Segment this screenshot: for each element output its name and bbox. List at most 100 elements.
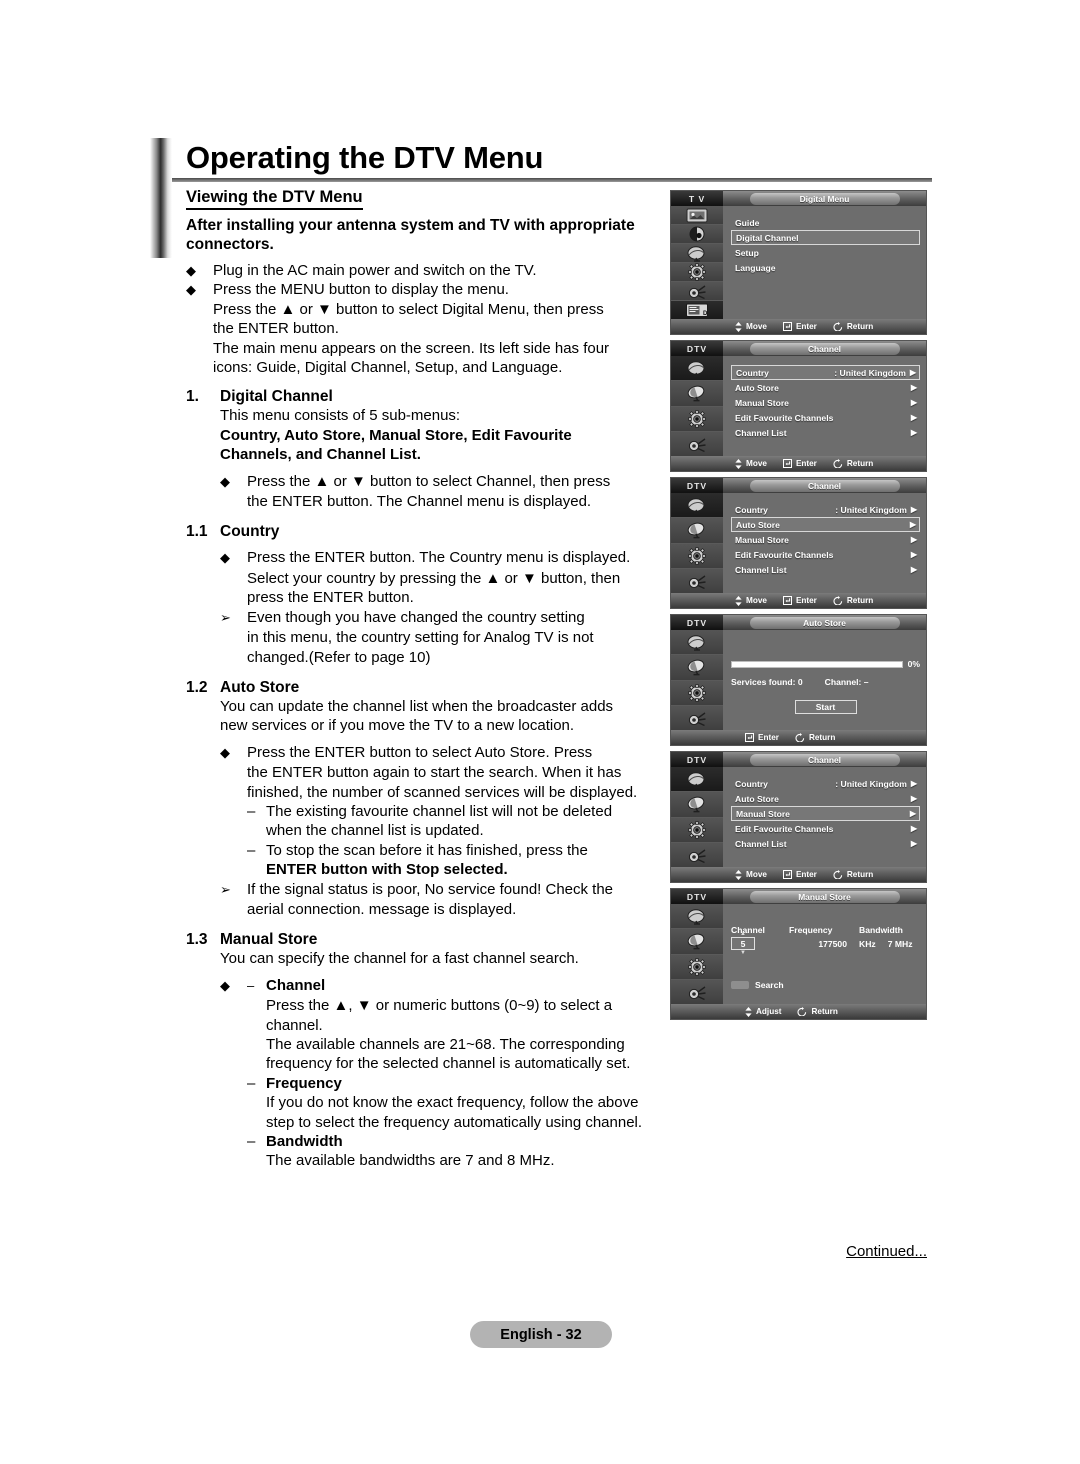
- menu-item-edit-favourite-channels[interactable]: Edit Favourite Channels ▶: [731, 821, 920, 836]
- panel-icon-rail: [671, 493, 723, 593]
- setup-icon[interactable]: [671, 954, 723, 980]
- menu-item-digital-channel[interactable]: Digital Channel: [731, 230, 920, 245]
- menu-item-label: Auto Store: [736, 519, 780, 530]
- menu-item-label: Edit Favourite Channels: [735, 549, 834, 560]
- satellite-icon[interactable]: [671, 929, 723, 955]
- menu-item-country[interactable]: Country: United Kingdom ▶: [731, 502, 920, 517]
- setup-icon[interactable]: [671, 817, 723, 843]
- sound-icon[interactable]: [671, 225, 723, 244]
- section-1-1-note: ➢ Even though you have changed the count…: [220, 608, 666, 627]
- picture-icon[interactable]: [671, 206, 723, 225]
- channel-icon[interactable]: [671, 767, 723, 793]
- chevron-right-icon: ▶: [910, 505, 917, 514]
- satellite-icon[interactable]: [671, 518, 723, 544]
- updown-arrow-icon: [735, 321, 742, 332]
- section-1-3-bandwidth-line-1: The available bandwidths are 7 and 8 MHz…: [266, 1152, 555, 1170]
- manual-store-column-headers: Channel Frequency Bandwidth: [731, 925, 920, 935]
- footer-move-hint: Move: [735, 869, 767, 880]
- stepper-up-icon[interactable]: ▲: [740, 931, 746, 937]
- dtv-icon[interactable]: D: [671, 301, 723, 319]
- input-icon[interactable]: [671, 842, 723, 867]
- menu-item-auto-store[interactable]: Auto Store ▶: [731, 380, 920, 395]
- menu-item-auto-store[interactable]: Auto Store ▶: [731, 791, 920, 806]
- chevron-right-icon: ▶: [910, 383, 917, 392]
- menu-item-country[interactable]: Country: United Kingdom ▶: [731, 365, 920, 380]
- section-1-2-dash-2-line-1: To stop the scan before it has finished,…: [266, 841, 588, 859]
- menu-item-channel-list[interactable]: Channel List ▶: [731, 836, 920, 851]
- section-1-3-frequency-line-2: step to select the frequency automatical…: [266, 1113, 643, 1131]
- chevron-right-icon: ▶: [910, 428, 917, 437]
- menu-item-channel-list[interactable]: Channel List ▶: [731, 425, 920, 440]
- menu-item-language[interactable]: Language: [731, 260, 920, 275]
- channel-icon[interactable]: [671, 493, 723, 519]
- panel-icon-rail: [671, 630, 723, 730]
- setup-icon[interactable]: [671, 406, 723, 432]
- menu-item-label: Digital Channel: [736, 232, 799, 243]
- channel-icon[interactable]: [671, 244, 723, 263]
- footer-enter-hint: Enter: [782, 596, 817, 605]
- search-label: Search: [755, 980, 784, 990]
- input-icon[interactable]: [671, 979, 723, 1004]
- panel-footer-hints: Move Enter Return: [671, 319, 926, 334]
- setup-icon[interactable]: [671, 263, 723, 282]
- enter-key-icon: [745, 733, 754, 742]
- panel-header: DTV Channel: [671, 752, 926, 767]
- footer-return-hint: Return: [797, 1007, 838, 1016]
- satellite-icon[interactable]: [671, 381, 723, 407]
- tv-menu-panel: T V Digital Menu D Guide Digital Channel Setu…: [670, 190, 927, 335]
- menu-item-edit-favourite-channels[interactable]: Edit Favourite Channels ▶: [731, 547, 920, 562]
- panel-footer-hints: Adjust Return: [671, 1004, 926, 1019]
- footer-return-label: Return: [846, 322, 874, 331]
- satellite-icon[interactable]: [671, 655, 723, 681]
- section-1-1-bullet-line-1: Press the ENTER button. The Country menu…: [247, 549, 631, 567]
- input-icon[interactable]: [671, 431, 723, 456]
- return-arrow-icon: [833, 322, 843, 331]
- menu-item-country[interactable]: Country: United Kingdom ▶: [731, 776, 920, 791]
- menu-item-manual-store[interactable]: Manual Store ▶: [731, 806, 920, 821]
- footer-move-hint: Move: [735, 321, 767, 332]
- chevron-right-icon: ▶: [910, 413, 917, 422]
- panel-source-label: DTV: [671, 615, 723, 630]
- panel-header: DTV Manual Store: [671, 889, 926, 904]
- footer-move-label: Move: [746, 459, 767, 468]
- footer-enter-label: Enter: [795, 596, 817, 605]
- start-button[interactable]: Start: [794, 700, 857, 714]
- updown-arrow-icon: [735, 458, 742, 469]
- search-row[interactable]: Search: [731, 980, 920, 990]
- input-icon[interactable]: [671, 568, 723, 593]
- footer-enter-hint: Enter: [782, 322, 817, 331]
- channel-stepper[interactable]: ▲ 5 ▼: [731, 931, 777, 956]
- panel-body: Country: United Kingdom ▶ Auto Store ▶ Manua…: [671, 493, 926, 593]
- channel-icon[interactable]: [671, 356, 723, 382]
- menu-item-manual-store[interactable]: Manual Store ▶: [731, 395, 920, 410]
- satellite-icon[interactable]: [671, 792, 723, 818]
- input-icon[interactable]: [671, 282, 723, 301]
- stepper-down-icon[interactable]: ▼: [740, 950, 746, 956]
- menu-item-label: Country: [736, 367, 769, 378]
- section-1-3-number: 1.3: [186, 931, 208, 949]
- menu-item-auto-store[interactable]: Auto Store ▶: [731, 517, 920, 532]
- channel-icon[interactable]: [671, 904, 723, 930]
- section-1-number: 1.: [186, 388, 199, 406]
- panel-header: DTV Channel: [671, 478, 926, 493]
- menu-item-label: Manual Store: [735, 534, 789, 545]
- setup-icon[interactable]: [671, 543, 723, 569]
- menu-item-guide[interactable]: Guide: [731, 215, 920, 230]
- menu-item-channel-list[interactable]: Channel List ▶: [731, 562, 920, 577]
- channel-icon[interactable]: [671, 630, 723, 656]
- panel-header: DTV Channel: [671, 341, 926, 356]
- menu-item-manual-store[interactable]: Manual Store ▶: [731, 532, 920, 547]
- scan-progress-bar: [731, 660, 903, 668]
- setup-icon[interactable]: [671, 680, 723, 706]
- section-1-2-note: ➢ If the signal status is poor, No servi…: [220, 880, 666, 899]
- footer-return-label: Return: [846, 870, 874, 879]
- input-icon[interactable]: [671, 705, 723, 730]
- channel-value[interactable]: 5: [731, 937, 755, 950]
- bandwidth-value: 7 MHz: [887, 938, 913, 949]
- section-1-body-line-1: This menu consists of 5 sub-menus:: [220, 407, 461, 425]
- menu-item-setup[interactable]: Setup: [731, 245, 920, 260]
- section-1-2-bullet-line-3: finished, the number of scanned services…: [247, 783, 638, 801]
- tv-menu-panel: DTV Channel Country: United Kingdom ▶ Auto S…: [670, 477, 927, 609]
- menu-item-edit-favourite-channels[interactable]: Edit Favourite Channels ▶: [731, 410, 920, 425]
- search-key-icon: [731, 981, 749, 989]
